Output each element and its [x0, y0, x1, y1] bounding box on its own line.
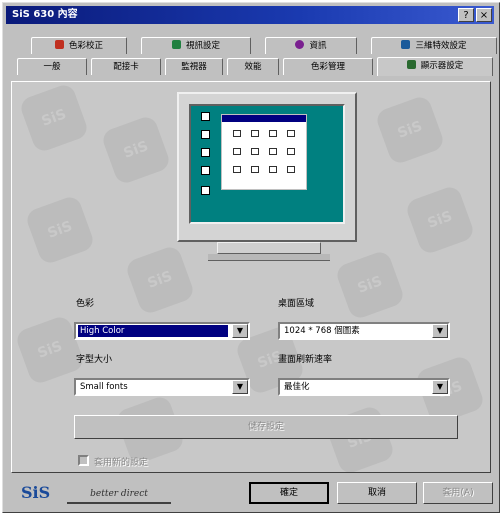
- properties-dialog: SiS 630 內容 ? × 色彩校正 視訊設定 資訊 三維特效設定 一般 配接…: [2, 2, 500, 513]
- desktop-icon: [201, 186, 210, 195]
- ok-button[interactable]: 確定: [249, 482, 329, 504]
- font-size-select[interactable]: Small fonts ▼: [74, 378, 250, 396]
- video-settings-icon: [171, 40, 181, 49]
- apply-settings-label: 套用新的設定: [94, 458, 149, 468]
- desktop-area-value: 1024 * 768 個圖素: [284, 326, 360, 336]
- tab-display-settings[interactable]: 顯示器設定: [377, 57, 493, 76]
- info-icon: [295, 40, 305, 49]
- sis-logo: SiS: [21, 483, 51, 502]
- desktop-area-select[interactable]: 1024 * 768 個圖素 ▼: [278, 322, 450, 340]
- cancel-button[interactable]: 取消: [337, 482, 417, 504]
- watermark-logo: SiS: [100, 114, 172, 186]
- color-select-value: High Color: [78, 325, 228, 337]
- watermark-logo: SiS: [404, 184, 476, 256]
- mini-icon: [250, 129, 259, 138]
- tab-label: 資訊: [309, 41, 327, 51]
- mini-window: [221, 114, 307, 190]
- tab-3d-settings[interactable]: 三維特效設定: [371, 37, 497, 54]
- monitor-stand: [217, 242, 321, 254]
- apply-settings-checkbox[interactable]: [78, 455, 89, 466]
- watermark-logo: SiS: [334, 249, 406, 321]
- mini-icon: [268, 129, 277, 138]
- help-button[interactable]: ?: [458, 8, 474, 22]
- mini-icon: [286, 147, 295, 156]
- display-settings-panel: SiS SiS SiS SiS SiS SiS SiS SiS SiS SiS …: [11, 81, 491, 473]
- watermark-logo: SiS: [18, 82, 90, 154]
- tab-general[interactable]: 一般: [17, 58, 87, 75]
- tab-label: 色彩校正: [68, 41, 103, 51]
- desktop-icon: [201, 112, 210, 121]
- mini-window-title: [222, 115, 306, 122]
- tab-video-settings[interactable]: 視訊設定: [141, 37, 251, 54]
- color-correction-icon: [54, 40, 64, 49]
- tab-adapter[interactable]: 配接卡: [91, 58, 161, 75]
- color-label: 色彩: [76, 299, 95, 309]
- desktop-area-label: 桌面區域: [278, 299, 315, 309]
- title-bar: SiS 630 內容 ? ×: [6, 6, 494, 24]
- desktop-preview: [189, 104, 345, 224]
- desktop-icon: [201, 148, 210, 157]
- mini-icon: [232, 129, 241, 138]
- save-settings-button[interactable]: 儲存設定: [74, 415, 458, 439]
- tab-monitor[interactable]: 監視器: [165, 58, 223, 75]
- tab-label: 顯示器設定: [420, 61, 464, 71]
- chevron-down-icon[interactable]: ▼: [432, 324, 448, 338]
- chevron-down-icon[interactable]: ▼: [432, 380, 448, 394]
- mini-icon: [250, 165, 259, 174]
- mini-icon: [250, 147, 259, 156]
- refresh-rate-label: 畫面刷新速率: [278, 355, 333, 365]
- desktop-icon: [201, 130, 210, 139]
- display-settings-icon: [406, 60, 416, 69]
- chevron-down-icon[interactable]: ▼: [232, 380, 248, 394]
- refresh-rate-value: 最佳化: [284, 382, 310, 392]
- slogan: better direct: [67, 486, 171, 504]
- desktop-icon: [201, 166, 210, 175]
- close-button[interactable]: ×: [476, 8, 492, 22]
- watermark-logo: SiS: [374, 94, 446, 166]
- tab-performance[interactable]: 效能: [227, 58, 279, 75]
- font-size-label: 字型大小: [76, 355, 113, 365]
- tab-info[interactable]: 資訊: [265, 37, 357, 54]
- mini-icon: [286, 129, 295, 138]
- 3d-settings-icon: [401, 40, 411, 49]
- mini-icon: [232, 147, 241, 156]
- tab-color-correction[interactable]: 色彩校正: [31, 37, 127, 54]
- color-select[interactable]: High Color ▼: [74, 322, 250, 340]
- apply-button[interactable]: 套用(A): [423, 482, 493, 504]
- monitor-base: [208, 254, 330, 261]
- tab-label: 三維特效設定: [415, 41, 467, 51]
- mini-icon: [268, 165, 277, 174]
- mini-icon: [232, 165, 241, 174]
- refresh-rate-select[interactable]: 最佳化 ▼: [278, 378, 450, 396]
- tab-color-management[interactable]: 色彩管理: [283, 58, 373, 75]
- mini-icon: [286, 165, 295, 174]
- tab-label: 視訊設定: [185, 41, 220, 51]
- monitor-preview: [177, 92, 357, 242]
- font-size-value: Small fonts: [80, 382, 128, 392]
- watermark-logo: SiS: [24, 194, 96, 266]
- mini-icon: [268, 147, 277, 156]
- chevron-down-icon[interactable]: ▼: [232, 324, 248, 338]
- watermark-logo: SiS: [124, 244, 196, 316]
- window-title: SiS 630 內容: [12, 9, 78, 20]
